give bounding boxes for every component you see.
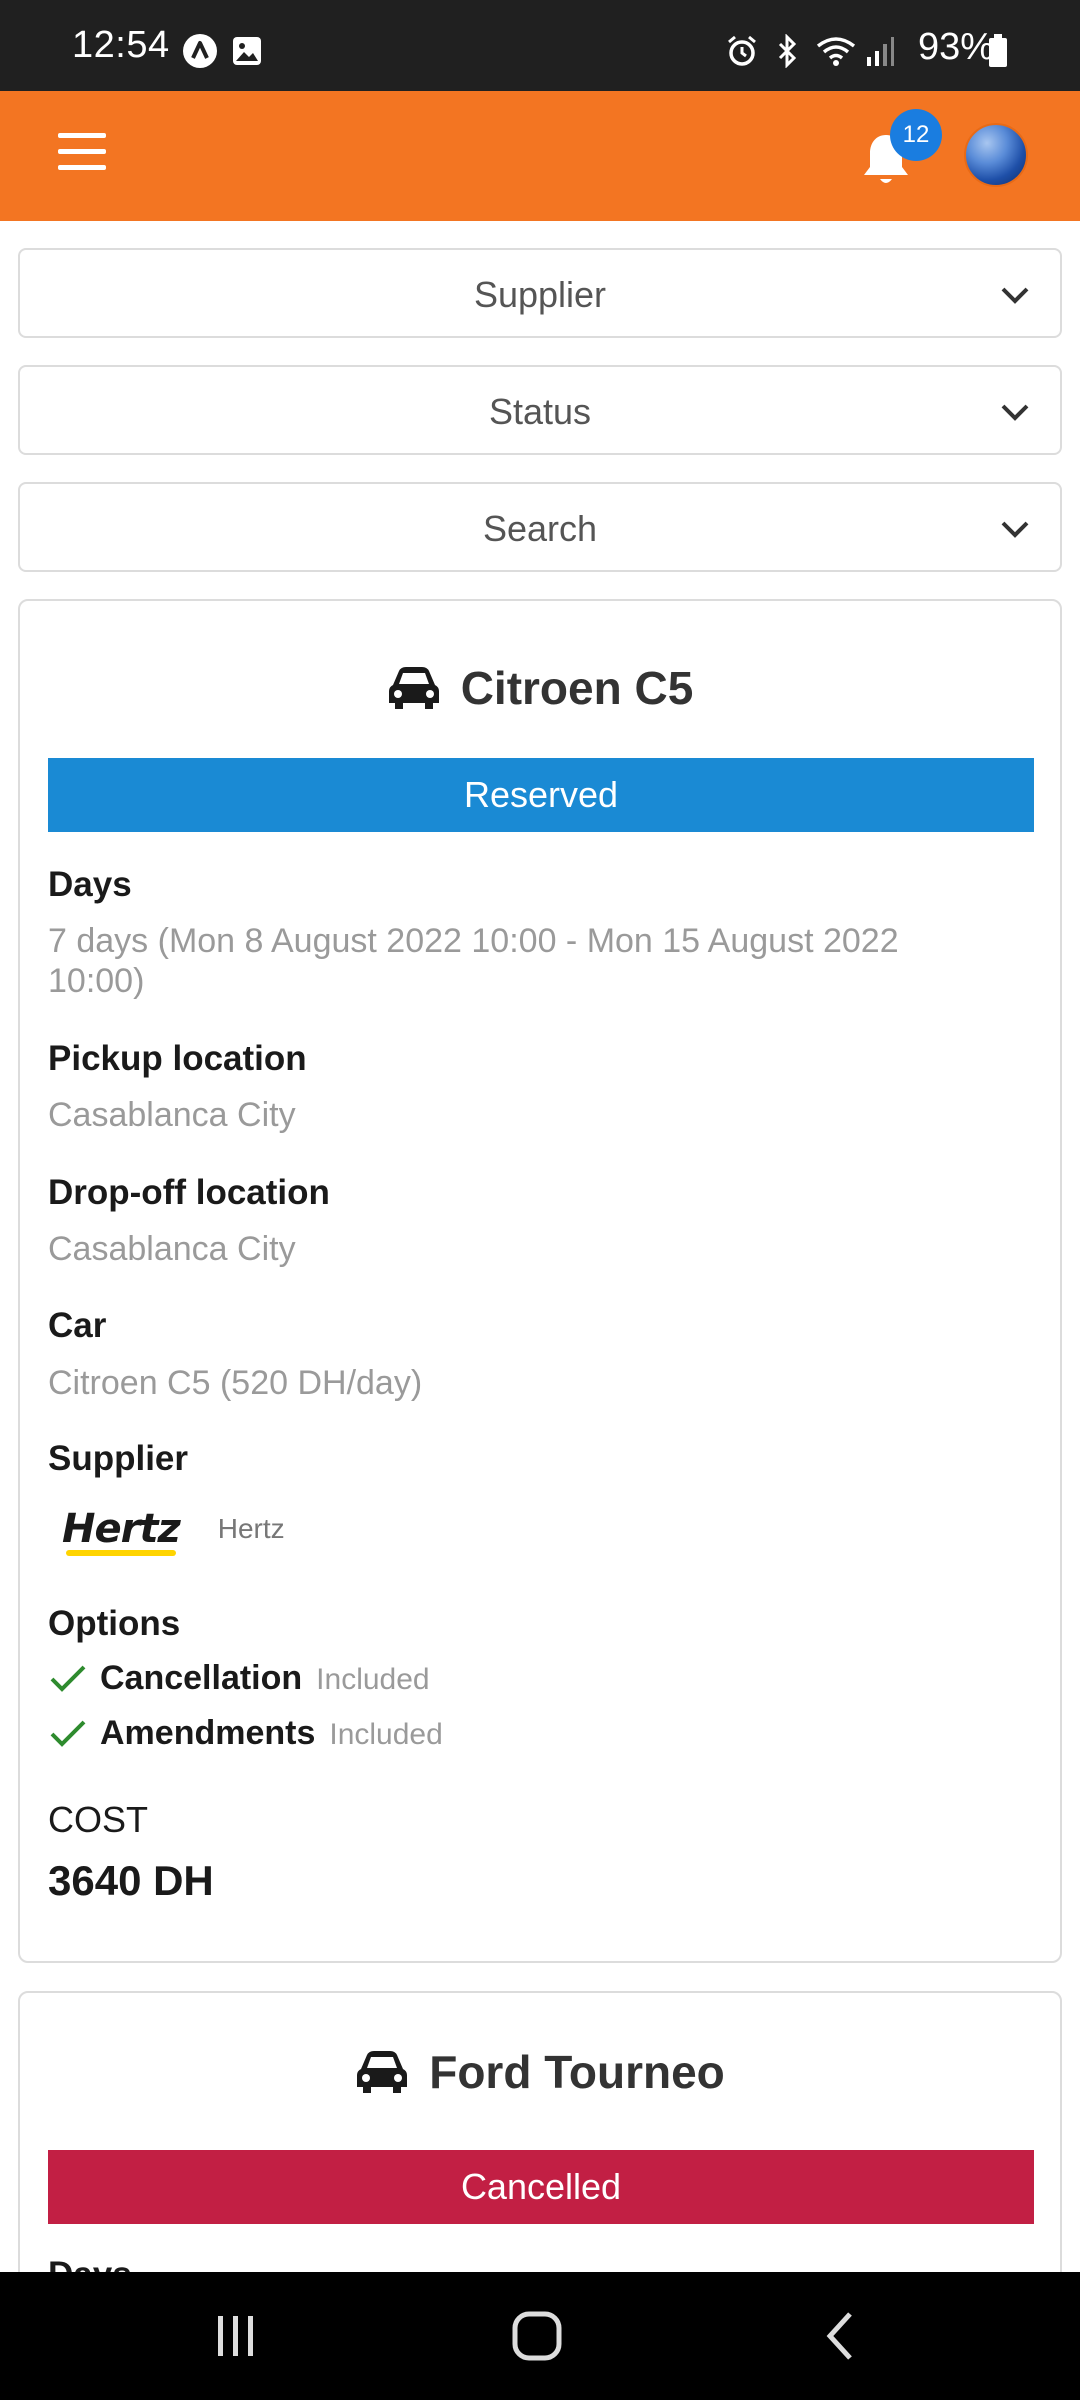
chevron-down-icon (1001, 404, 1029, 421)
menu-bar-line (58, 149, 106, 154)
option-status: Included (316, 1663, 430, 1696)
status-bar: 12:54 93% (0, 0, 1080, 91)
menu-bar-line (58, 133, 106, 138)
system-navigation-bar (0, 2272, 1080, 2400)
status-filter-dropdown[interactable]: Status (18, 365, 1062, 455)
option-name: Cancellation (100, 1659, 303, 1697)
battery-icon (986, 34, 1010, 68)
car-icon (388, 667, 439, 709)
supplier-label: Supplier (48, 1439, 189, 1478)
dropoff-location-label: Drop-off location (48, 1173, 330, 1212)
check-icon (50, 1665, 86, 1692)
back-button[interactable] (806, 2304, 876, 2368)
days-label: Days (48, 865, 132, 904)
car-value: Citroen C5 (520 DH/day) (48, 1364, 423, 1402)
supplier-name: Hertz (217, 1513, 285, 1544)
signal-icon (864, 34, 896, 68)
menu-bar-line (58, 165, 106, 170)
recent-apps-button[interactable] (200, 2304, 270, 2368)
car-icon (357, 2051, 408, 2093)
wifi-icon (814, 34, 858, 68)
options-label: Options (48, 1604, 181, 1643)
supplier-logo: Hertz (48, 1506, 194, 1556)
app-header: 12 (0, 91, 1080, 221)
option-status: Included (329, 1718, 443, 1751)
alarm-icon (724, 34, 760, 68)
cost-value: 3640 DH (48, 1857, 214, 1904)
car-label: Car (48, 1306, 107, 1345)
supplier-row: Hertz Hertz (48, 1506, 285, 1556)
status-time: 12:54 (72, 24, 170, 66)
option-name: Amendments (100, 1714, 316, 1752)
hamburger-menu-button[interactable] (54, 133, 114, 179)
a-circle-icon (182, 34, 218, 68)
chevron-down-icon (1001, 521, 1029, 538)
search-filter-label: Search (482, 508, 598, 549)
chevron-down-icon (1001, 287, 1029, 304)
notification-count-badge: 12 (890, 109, 942, 161)
car-name: Citroen C5 (460, 662, 694, 714)
cost-label: COST (48, 1799, 149, 1840)
booking-card: Ford Tourneo Cancelled Days (18, 1991, 1062, 2294)
days-value: 7 days (Mon 8 August 2022 10:00 - Mon 15… (48, 922, 899, 1000)
pickup-location-label: Pickup location (48, 1039, 307, 1078)
back-icon (826, 2312, 852, 2360)
supplier-filter-dropdown[interactable]: Supplier (18, 248, 1062, 338)
search-filter-dropdown[interactable]: Search (18, 482, 1062, 572)
avatar[interactable] (964, 123, 1028, 187)
recent-apps-icon (218, 2316, 253, 2356)
status-filter-label: Status (488, 391, 592, 432)
battery-text: 93% (917, 26, 994, 68)
car-name: Ford Tourneo (429, 2046, 725, 2098)
status-badge: Cancelled (48, 2150, 1034, 2224)
check-icon (50, 1720, 86, 1747)
booking-title: Ford Tourneo (20, 2045, 1060, 2099)
booking-title: Citroen C5 (20, 661, 1060, 715)
booking-card: Citroen C5 Reserved Days 7 days (Mon 8 A… (18, 599, 1062, 1963)
home-icon (512, 2311, 562, 2361)
image-icon (230, 34, 264, 68)
supplier-filter-label: Supplier (473, 274, 607, 315)
option-item: Amendments Included (48, 1714, 443, 1753)
bluetooth-icon (770, 34, 804, 68)
dropoff-location-value: Casablanca City (48, 1230, 296, 1268)
pickup-location-value: Casablanca City (48, 1096, 296, 1134)
home-button[interactable] (502, 2304, 572, 2368)
option-item: Cancellation Included (48, 1659, 430, 1698)
status-badge: Reserved (48, 758, 1034, 832)
